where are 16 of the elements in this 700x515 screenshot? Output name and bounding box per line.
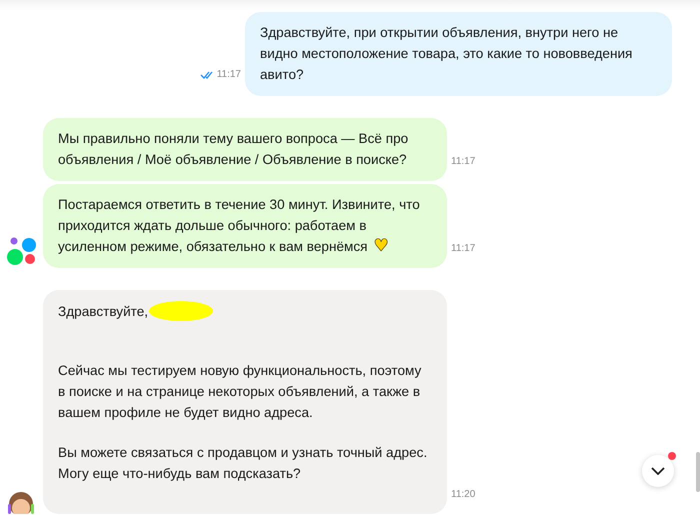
logo-icon [7, 236, 37, 266]
message-text: Вы можете связаться с продавцом и узнать точный адрес. Могу еще что-нибудь вам подсказать? [58, 444, 428, 483]
chevron-down-icon [651, 467, 665, 475]
message-text: Мы правильно поняли тему вашего вопроса — Всё про объявления / Моё объявление / Объявление в поиске? [58, 130, 410, 169]
message-time: 11:17 [451, 156, 476, 169]
avatar-icon [7, 490, 35, 514]
heart-emoji: ♥ [374, 236, 389, 256]
message-text: Сейчас мы тестируем новую функциональность, поэтому в поиске и на странице некоторых объявлений, а также в вашем профиле не будет видно адреса. [58, 362, 422, 422]
message-text: Постараемся ответить в течение 30 минут. Извините, что приходится ждать дольше обычного: работаем в усиленном режиме, обязательно к вам вернёмся ♥ [58, 196, 421, 257]
message-text: Здравствуйте, при открытии объявления, внутри него не видно местоположение товара, это какие то нововведения авито? [260, 24, 634, 84]
message-time: 11:17 [216, 69, 241, 80]
scrollbar[interactable] [696, 452, 700, 492]
message-time: 11:17 [451, 243, 476, 256]
message-time: 11:20 [451, 489, 476, 502]
greeting-text: Здравствуйте, [58, 302, 148, 321]
scroll-down-button[interactable] [642, 455, 674, 487]
